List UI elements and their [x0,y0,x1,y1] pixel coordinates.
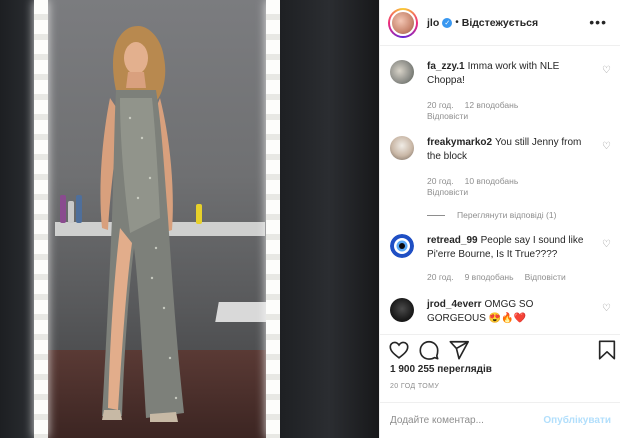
comment-username[interactable]: freakymarko2 [427,137,492,148]
avatar[interactable] [390,298,414,322]
evil-eye-avatar-icon[interactable] [390,234,414,258]
comment-username[interactable]: retread_99 [427,235,478,246]
avatar[interactable] [390,136,414,160]
heart-icon[interactable] [388,339,410,361]
avatar[interactable] [390,60,414,84]
avatar[interactable] [388,7,418,38]
view-replies-button[interactable]: Переглянути відповіді (1) [427,210,556,220]
comments-list: fa_zzy.1 Imma work with NLE Choppa! 20 го… [380,46,620,334]
share-icon[interactable] [448,339,470,361]
follow-status-button[interactable]: Відстежується [462,17,538,29]
verified-badge-icon: ✓ [442,17,453,28]
publish-button[interactable]: Опублікувати [543,415,611,426]
post-header: jlo ✓ • Відстежується ••• [380,0,620,46]
heart-icon[interactable]: ♡ [602,66,612,76]
comment-likes[interactable]: 9 вподобань [465,272,514,282]
heart-icon[interactable]: ♡ [602,304,612,314]
comment-username[interactable]: fa_zzy.1 [427,61,465,72]
separator-dot: • [455,17,459,28]
comment-item: freakymarko2 You still Jenny from the blo… [390,136,612,197]
comment-item: jrod_4everr OMGG SO GORGEOUS 😍🔥❤️ ♡ [390,298,612,334]
add-comment-bar: Опублікувати [380,402,620,438]
woman-in-sequin-gown [100,26,184,422]
comment-username[interactable]: jrod_4everr [427,299,481,310]
view-count[interactable]: 1 900 255 переглядів [390,364,492,375]
comment-item: retread_99 People say I sound like Pi'err… [390,234,612,284]
post-time[interactable]: 20 ГОД ТОМУ [390,383,439,390]
post-details-panel: jlo ✓ • Відстежується ••• fa_zzy.1 Imma w… [379,0,620,438]
comment-likes[interactable]: 10 вподобань [465,176,519,186]
action-bar [380,334,620,364]
comment-likes[interactable]: 12 вподобань [465,100,519,110]
post-photo[interactable] [0,0,379,438]
post-username[interactable]: jlo [427,17,439,29]
comment-time: 20 год. [427,272,454,282]
reply-button[interactable]: Відповісти [427,111,468,121]
heart-icon[interactable]: ♡ [602,142,612,152]
instagram-post-modal: jlo ✓ • Відстежується ••• fa_zzy.1 Imma w… [0,0,620,438]
bookmark-icon[interactable] [596,339,618,361]
reply-button[interactable]: Відповісти [427,187,468,197]
reply-button[interactable]: Відповісти [525,272,566,282]
comment-input[interactable] [390,415,540,426]
comment-time: 20 год. [427,100,454,110]
heart-icon[interactable]: ♡ [602,240,612,250]
comment-icon[interactable] [418,339,440,361]
more-options-icon[interactable]: ••• [589,14,607,30]
comment-time: 20 год. [427,176,454,186]
comment-item: fa_zzy.1 Imma work with NLE Choppa! 20 го… [390,60,612,121]
